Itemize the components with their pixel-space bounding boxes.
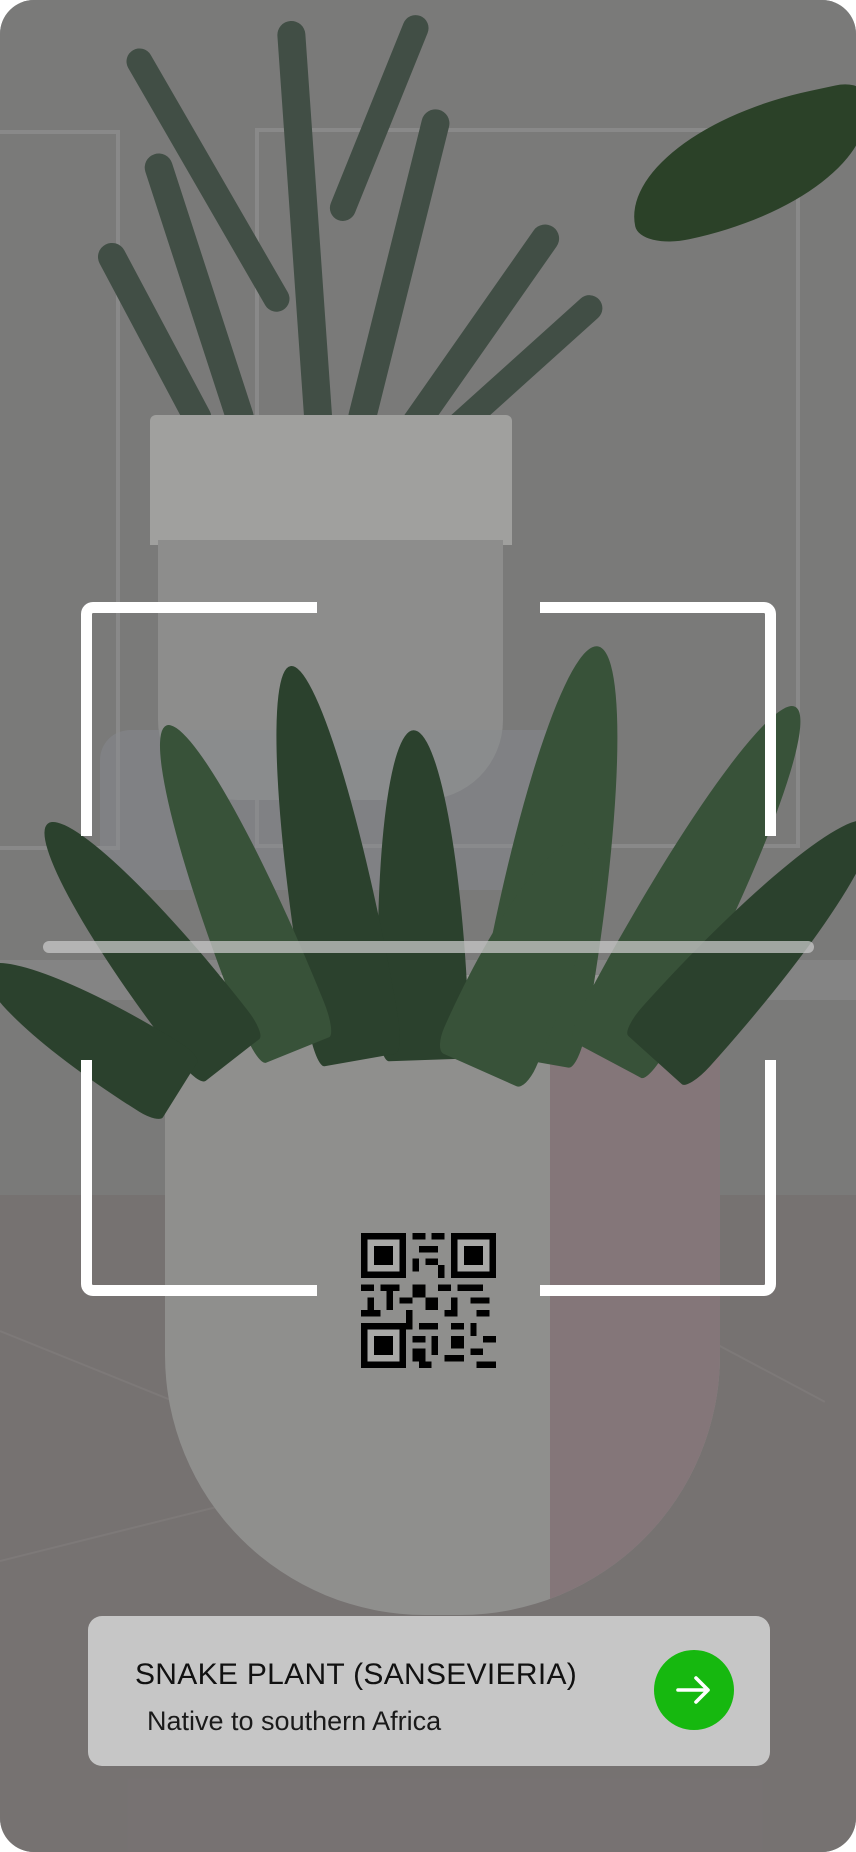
- scan-frame-corner-bottom-left: [81, 1060, 317, 1296]
- scan-frame-corner-top-right: [540, 602, 776, 836]
- view-details-button[interactable]: [654, 1650, 734, 1730]
- scan-line: [43, 941, 814, 953]
- plant-result-card[interactable]: SNAKE PLANT (SANSEVIERIA) Native to sout…: [88, 1616, 770, 1766]
- plant-origin: Native to southern Africa: [147, 1706, 442, 1736]
- scanner-screen: SNAKE PLANT (SANSEVIERIA) Native to sout…: [0, 0, 856, 1852]
- plant-name: SNAKE PLANT (SANSEVIERIA): [135, 1658, 578, 1691]
- scan-frame-corner-bottom-right: [540, 1060, 776, 1296]
- qr-code-icon: [361, 1233, 496, 1368]
- scan-frame-corner-top-left: [81, 602, 317, 836]
- arrow-right-icon: [676, 1676, 710, 1704]
- camera-dim-overlay: [0, 0, 856, 1852]
